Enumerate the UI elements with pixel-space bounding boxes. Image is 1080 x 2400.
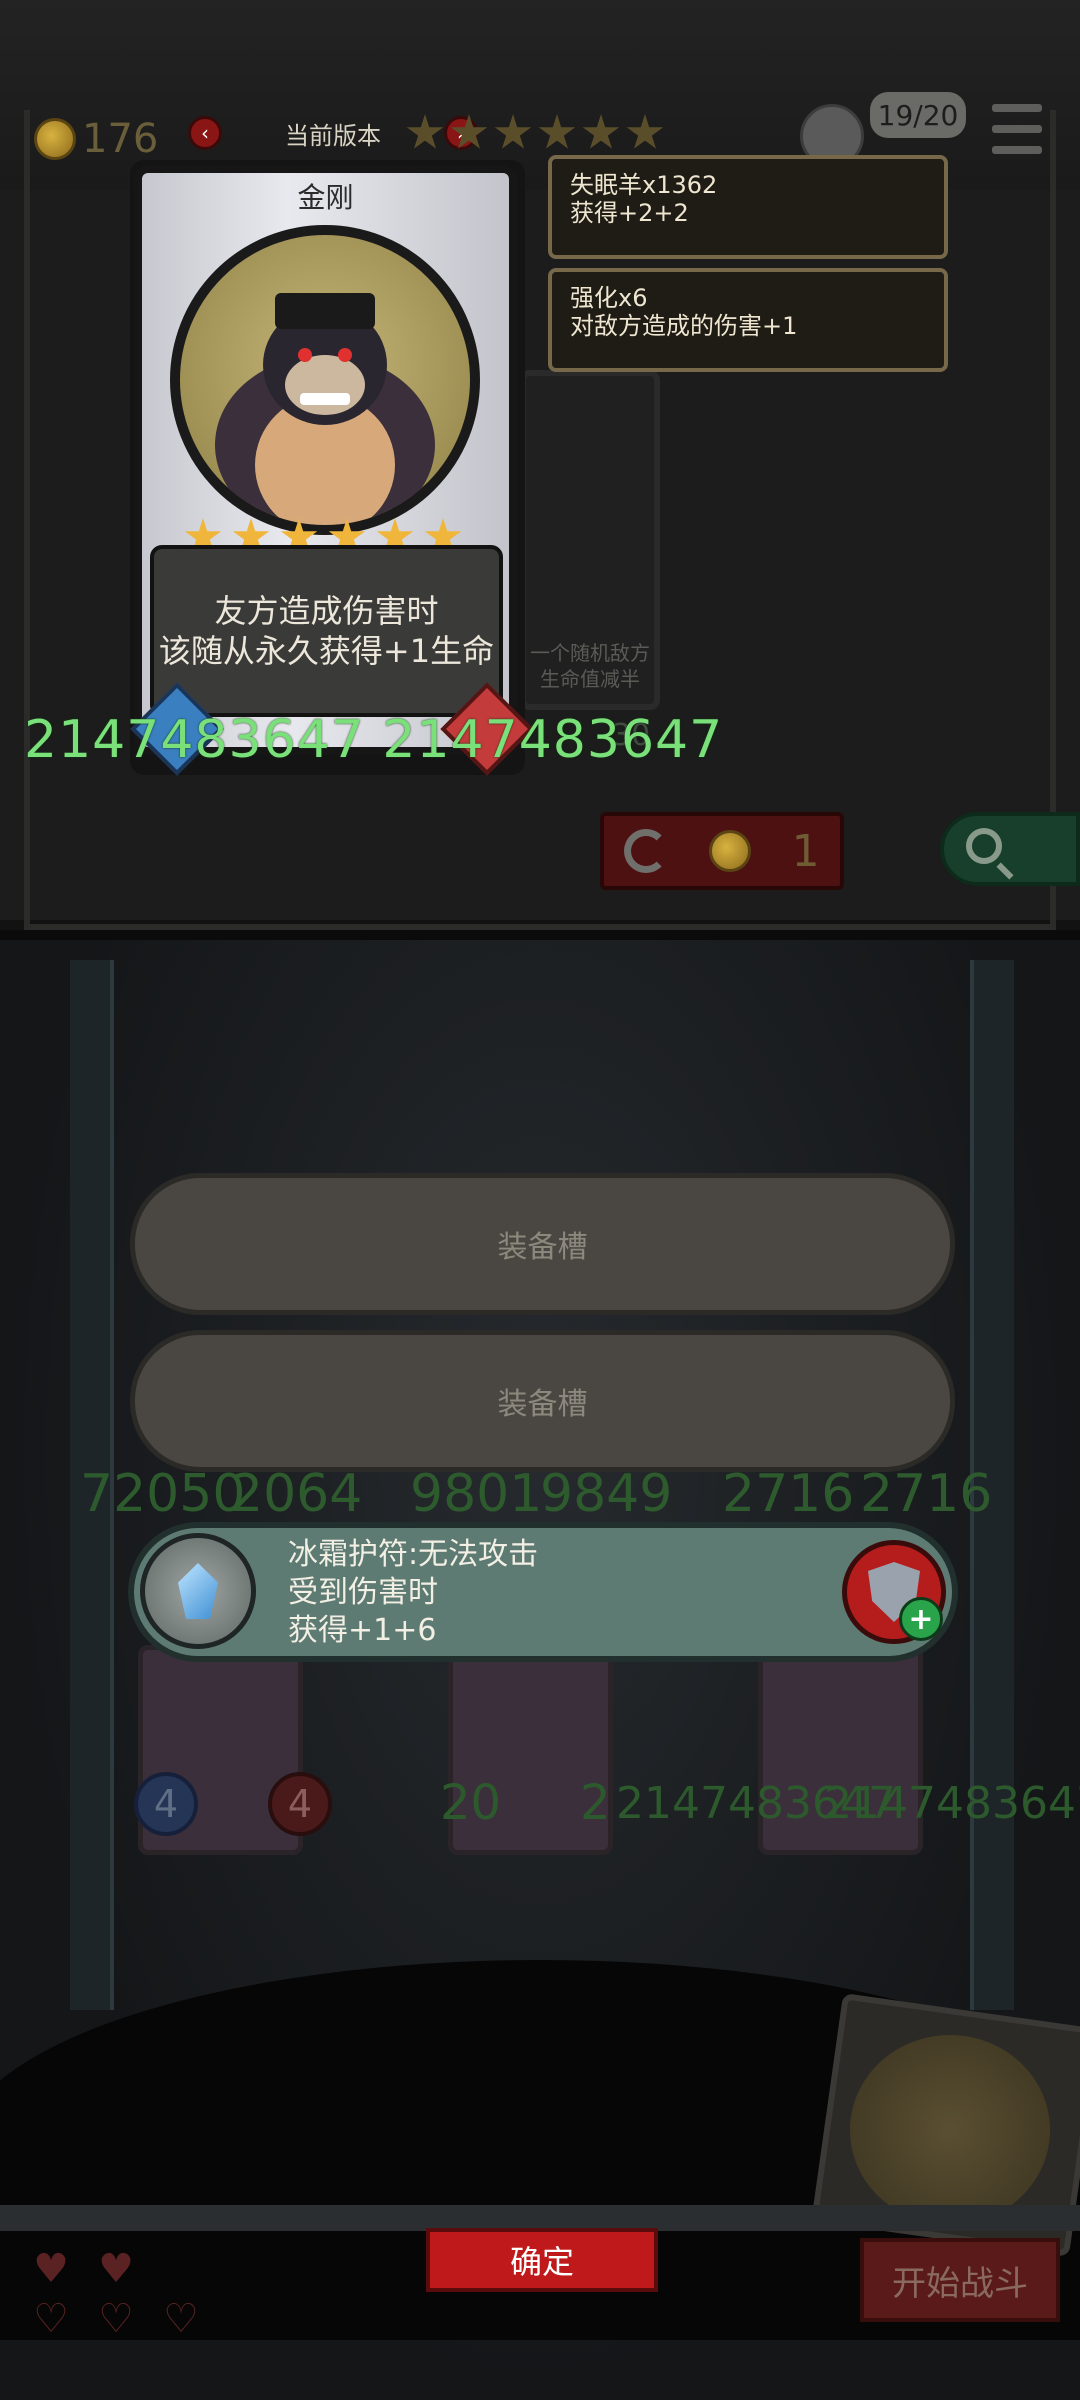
buff-effect: 获得+2+2	[570, 199, 689, 227]
buff-title: 失眠羊x1362	[570, 171, 718, 199]
unit-attack-badge: 4	[134, 1772, 198, 1836]
coin-icon	[708, 830, 751, 872]
card-stats: 2147483647 2147483647	[24, 710, 723, 770]
unit-health-badge: 4	[268, 1772, 332, 1836]
star-icon	[626, 114, 664, 149]
heart-icon: ♡	[98, 2296, 134, 2342]
heart-icon: ♡	[163, 2296, 199, 2342]
version-label: 当前版本	[285, 121, 381, 150]
frost-amulet-icon	[140, 1533, 256, 1649]
goat-portrait	[850, 2035, 1050, 2225]
background-card-text: 一个随机敌方 生命值减半	[530, 641, 650, 691]
star-icon	[450, 114, 488, 149]
gold-amount: 176	[82, 116, 159, 162]
start-battle-button[interactable]: 开始战斗	[860, 2238, 1060, 2322]
coin-icon	[34, 118, 76, 160]
card-attack: 2147483647	[24, 710, 365, 770]
troop-count-badge: 19/20	[870, 92, 966, 138]
item-description: 冰霜护符:无法攻击 受到伤害时 获得+1+6	[288, 1537, 539, 1648]
gold-counter: 176	[34, 114, 158, 164]
version-stars	[406, 114, 664, 152]
buff-info-box: 强化x6 对敌方造成的伤害+1	[548, 268, 948, 372]
star-icon	[494, 114, 532, 149]
card-health: 2147483647	[382, 710, 724, 770]
search-button[interactable]	[940, 812, 1080, 886]
stat-value: 72050	[80, 1464, 246, 1524]
stat-value: 2716	[722, 1464, 855, 1524]
menu-icon	[992, 104, 1042, 112]
reroll-button[interactable]: 1	[600, 812, 844, 890]
heart-icon: ♥	[33, 2246, 69, 2292]
card-name: 金刚	[297, 181, 354, 214]
equipment-slot[interactable]: 装备槽	[130, 1330, 955, 1472]
prev-version-button[interactable]: ‹	[188, 116, 222, 150]
card-description: 友方造成伤害时 该随从永久获得+1生命	[150, 545, 503, 717]
unit-health-value: 2147483647	[824, 1778, 1080, 1829]
refresh-icon	[624, 829, 669, 873]
plus-icon: +	[899, 1597, 943, 1641]
card-description-line: 友方造成伤害时	[214, 592, 439, 630]
confirm-button[interactable]: 确定	[426, 2228, 658, 2292]
stat-value: 2064	[230, 1464, 363, 1524]
star-icon	[538, 114, 576, 149]
stat-value: 2716	[860, 1464, 993, 1524]
gorilla-portrait	[170, 225, 480, 535]
buff-title: 强化x6	[570, 284, 648, 312]
search-icon	[966, 828, 1002, 864]
buff-effect: 对敌方造成的伤害+1	[570, 312, 798, 340]
star-icon	[582, 114, 620, 149]
stat-value: 9849	[540, 1464, 673, 1524]
unit-health-value: 2	[580, 1775, 611, 1831]
unit-attack-value: 20	[440, 1775, 502, 1831]
card-description-line: 该随从永久获得+1生命	[158, 632, 495, 670]
equipment-slot[interactable]: 装备槽	[130, 1173, 955, 1315]
equip-shield-button[interactable]: +	[842, 1540, 946, 1644]
menu-button[interactable]	[992, 104, 1042, 154]
stat-value: 9801	[410, 1464, 543, 1524]
heart-icon: ♡	[33, 2296, 69, 2342]
star-icon	[406, 114, 444, 149]
heart-icon: ♥	[98, 2246, 134, 2292]
buff-info-box: 失眠羊x1362 获得+2+2	[548, 155, 948, 259]
reroll-cost: 1	[791, 825, 820, 877]
